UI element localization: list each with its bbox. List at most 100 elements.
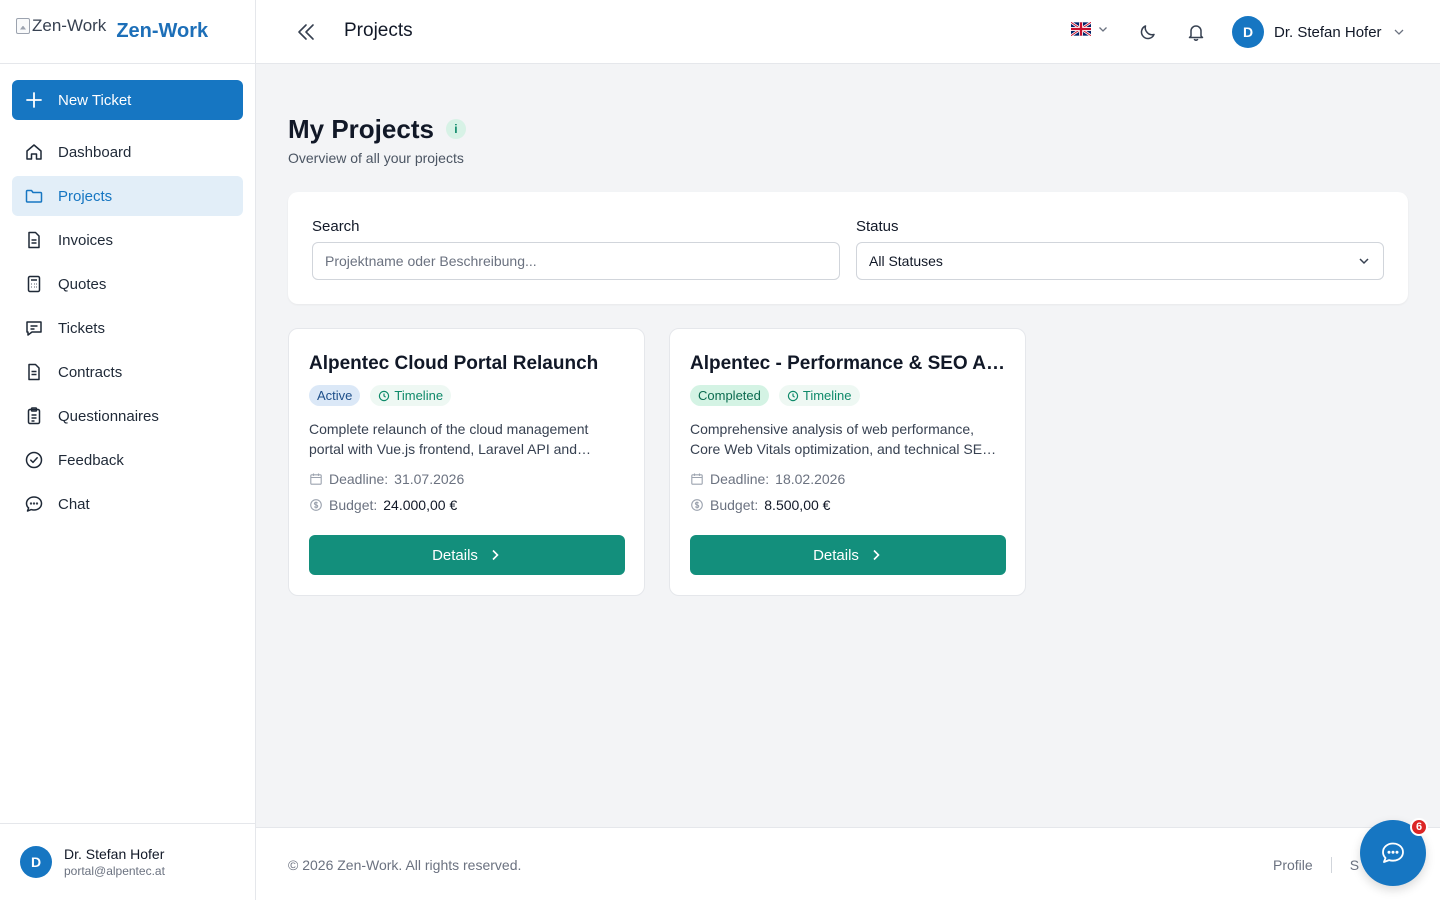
project-card: Alpentec - Performance & SEO Audit Compl… [669, 328, 1026, 596]
status-badge: Completed [690, 385, 769, 406]
sidebar-item-label: Contracts [58, 363, 123, 381]
sidebar-item-projects[interactable]: Projects [12, 176, 243, 216]
sidebar-item-invoices[interactable]: Invoices [12, 220, 243, 260]
sidebar-item-questionnaires[interactable]: Questionnaires [12, 396, 243, 436]
clipboard-icon [27, 407, 41, 425]
new-ticket-button[interactable]: New Ticket [12, 80, 243, 120]
details-button[interactable]: Details [690, 535, 1006, 575]
document-text-icon [28, 363, 40, 381]
budget-value: 8.500,00 € [764, 497, 831, 513]
avatar: D [1232, 16, 1264, 48]
brand-name[interactable]: Zen-Work [116, 20, 208, 43]
timeline-link[interactable]: Timeline [370, 385, 452, 406]
calendar-icon [691, 473, 703, 485]
project-description: Complete relaunch of the cloud managemen… [309, 421, 589, 457]
deadline-value: 31.07.2026 [394, 471, 465, 487]
budget-value: 24.000,00 € [383, 497, 458, 513]
details-label: Details [813, 546, 859, 564]
sidebar-user-name: Dr. Stefan Hofer [64, 846, 165, 862]
footer-divider [1330, 857, 1332, 873]
footer-link-settings[interactable]: S [1350, 857, 1359, 873]
search-input[interactable] [312, 242, 840, 280]
details-label: Details [432, 546, 478, 564]
main-subtitle: Overview of all your projects [288, 150, 464, 166]
sidebar-item-chat[interactable]: Chat [12, 484, 243, 524]
folder-icon [25, 189, 43, 203]
sidebar-item-tickets[interactable]: Tickets [12, 308, 243, 348]
timeline-label: Timeline [802, 388, 852, 403]
sidebar-item-label: Projects [58, 187, 113, 205]
project-title: Alpentec - Performance & SEO Audit [690, 353, 1006, 374]
plus-icon [26, 92, 42, 108]
copyright: © 2026 Zen-Work. All rights reserved. [288, 857, 522, 873]
collapse-sidebar-icon[interactable] [294, 20, 318, 44]
sidebar-item-dashboard[interactable]: Dashboard [12, 132, 243, 172]
sidebar-item-label: Quotes [58, 275, 107, 293]
sidebar: Zen-Work Zen-Work New Ticket Dashboard P… [0, 0, 256, 900]
top-header: Projects D Dr. Stefan Hofer [256, 0, 1440, 64]
page-footer: © 2026 Zen-Work. All rights reserved. Pr… [256, 827, 1440, 900]
status-label: Status [856, 218, 899, 235]
sidebar-item-contracts[interactable]: Contracts [12, 352, 243, 392]
home-icon [26, 144, 42, 160]
sidebar-item-quotes[interactable]: Quotes [12, 264, 243, 304]
project-card: Alpentec Cloud Portal Relaunch Active Ti… [288, 328, 645, 596]
sidebar-user-email: portal@alpentec.at [64, 864, 165, 878]
uk-flag-icon [1071, 22, 1091, 36]
filter-card: Search Status All Statuses [288, 192, 1408, 304]
check-circle-icon [25, 451, 43, 469]
footer-links: Profile S [1273, 857, 1359, 873]
chevron-down-icon [1099, 27, 1107, 32]
coin-icon [691, 499, 703, 511]
sidebar-item-label: Chat [58, 495, 90, 513]
chevron-right-icon [873, 549, 880, 561]
status-select-value: All Statuses [869, 253, 943, 269]
main-title-row: My Projects i [288, 114, 466, 145]
project-badges: Active Timeline [309, 385, 452, 406]
project-title: Alpentec Cloud Portal Relaunch [309, 353, 599, 374]
details-button[interactable]: Details [309, 535, 625, 575]
sidebar-item-label: Invoices [58, 231, 114, 249]
brand-logo[interactable]: Zen-Work [16, 16, 106, 36]
chat-square-icon [26, 321, 42, 336]
project-deadline: Deadline: 31.07.2026 [309, 471, 464, 487]
page-title: Projects [344, 20, 413, 41]
document-icon [28, 231, 40, 249]
project-deadline: Deadline: 18.02.2026 [690, 471, 845, 487]
sidebar-item-feedback[interactable]: Feedback [12, 440, 243, 480]
bell-icon[interactable] [1186, 22, 1206, 42]
calendar-icon [310, 473, 322, 485]
clock-icon [787, 390, 799, 401]
moon-icon[interactable] [1138, 22, 1158, 42]
timeline-link[interactable]: Timeline [778, 385, 860, 406]
project-budget: Budget: 24.000,00 € [309, 497, 457, 513]
sidebar-nav: Dashboard Projects Invoices Quotes Ticke… [12, 132, 243, 528]
project-description: Comprehensive analysis of web performanc… [690, 421, 993, 457]
sidebar-item-label: Feedback [58, 451, 124, 469]
broken-image-icon [16, 17, 30, 34]
sidebar-item-label: Questionnaires [58, 407, 159, 425]
status-select[interactable]: All Statuses [856, 242, 1384, 280]
chat-bubble-icon [25, 496, 43, 512]
budget-label: Budget: [710, 497, 759, 513]
sidebar-item-label: Tickets [58, 319, 105, 337]
project-badges: Completed Timeline [690, 385, 860, 406]
brand: Zen-Work Zen-Work [0, 0, 255, 64]
chevron-right-icon [492, 549, 499, 561]
sidebar-user[interactable]: D Dr. Stefan Hofer portal@alpentec.at [0, 823, 255, 900]
user-menu[interactable]: D Dr. Stefan Hofer [1232, 16, 1406, 48]
deadline-value: 18.02.2026 [775, 471, 846, 487]
coin-icon [310, 499, 322, 511]
language-switcher[interactable] [1071, 22, 1109, 36]
budget-label: Budget: [329, 497, 378, 513]
deadline-label: Deadline: [329, 471, 389, 487]
clock-icon [379, 390, 390, 401]
info-icon[interactable]: i [445, 118, 466, 139]
user-menu-name: Dr. Stefan Hofer [1274, 23, 1382, 41]
project-budget: Budget: 8.500,00 € [690, 497, 830, 513]
timeline-label: Timeline [394, 388, 444, 403]
chevron-down-icon [1394, 29, 1404, 35]
deadline-label: Deadline: [710, 471, 770, 487]
footer-link-profile[interactable]: Profile [1273, 857, 1313, 873]
chat-bubble-icon [1382, 842, 1404, 863]
